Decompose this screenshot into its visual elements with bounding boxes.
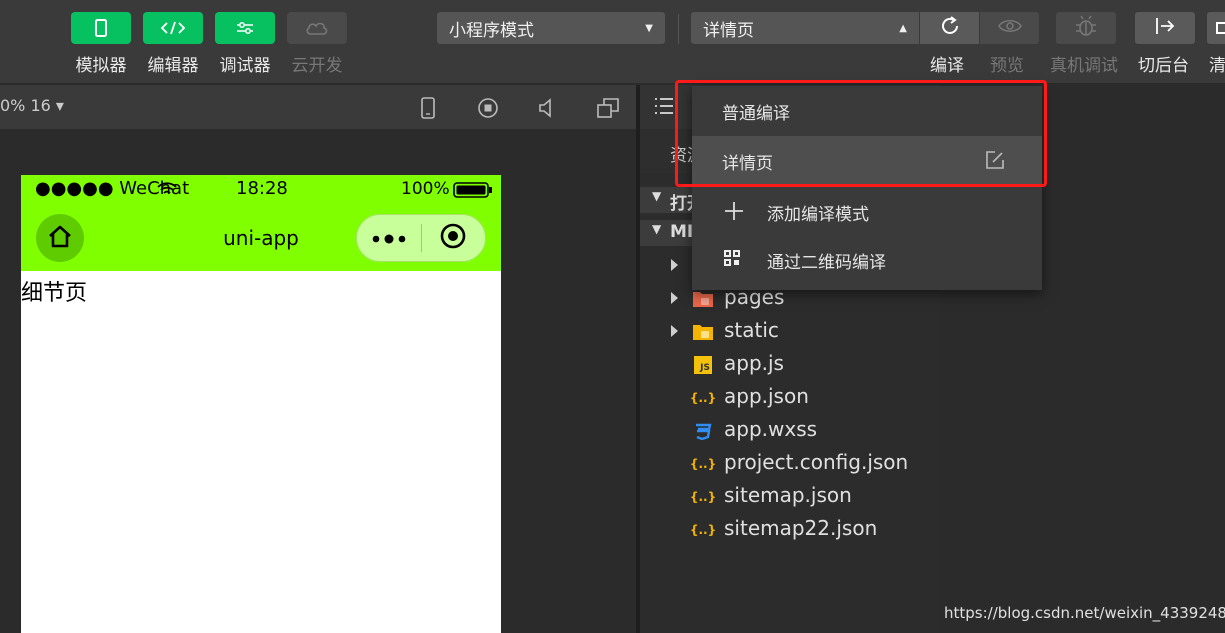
chevron-down-icon: ▼: [652, 189, 662, 203]
watermark-text: https://blog.csdn.net/weixin_43392489: [944, 604, 1225, 622]
battery-icon: [453, 182, 493, 203]
phone-status-bar: ●●●●● WeChat 18:28 100%: [21, 175, 501, 205]
debugger-button[interactable]: 调试器: [215, 12, 275, 76]
menu-item-detail-page[interactable]: 详情页: [692, 136, 1042, 184]
cloud-icon: [287, 12, 347, 44]
editor-label: 编辑器: [147, 56, 199, 76]
target-circle-icon: [439, 222, 467, 254]
file-name: project.config.json: [724, 450, 909, 474]
compile-mode-value: 详情页: [703, 20, 754, 41]
menu-item-add-compile-mode[interactable]: 添加编译模式: [692, 187, 1042, 235]
compile-button[interactable]: [920, 12, 979, 44]
close-mini-program-button[interactable]: [422, 215, 486, 261]
compile-mode-select[interactable]: 详情页 ▲: [691, 12, 919, 44]
file-name: app.json: [724, 384, 809, 408]
file-name: sitemap.json: [724, 483, 852, 507]
devtools-window: 模拟器 编辑器 调试器 云开发 小程序模式 ▼ 详情页 ▲ 编译 预览 真机调试…: [0, 0, 1225, 633]
cloud-dev-label: 云开发: [291, 56, 343, 76]
simulator-button[interactable]: 模拟器: [71, 12, 131, 76]
page-body-text: 细节页: [21, 281, 88, 306]
real-device-debug-label: 真机调试: [1050, 56, 1118, 76]
battery-text: 100%: [401, 179, 450, 199]
phone-screen: ●●●●● WeChat 18:28 100% uni-app 细节页: [21, 175, 501, 633]
chevron-right-icon: [671, 259, 678, 271]
folder-icon: [692, 289, 714, 309]
record-icon[interactable]: [476, 96, 500, 120]
more-dots-icon: [372, 229, 406, 248]
chevron-right-icon: [671, 325, 678, 337]
css-icon: [692, 421, 714, 441]
file-name: app.wxss: [724, 417, 818, 441]
chevron-down-icon: ▼: [652, 222, 662, 236]
file-name: sitemap22.json: [724, 516, 878, 540]
js-icon: JS: [692, 355, 714, 375]
cloud-dev-button[interactable]: 云开发: [287, 12, 347, 76]
refresh-icon: [939, 15, 961, 41]
preview-button[interactable]: [980, 12, 1039, 44]
plus-icon: [724, 201, 744, 226]
eye-icon: [997, 18, 1022, 38]
tree-item-sitemap22[interactable]: {..} sitemap22.json: [640, 515, 940, 545]
capsule-menu: [356, 214, 486, 262]
debugger-label: 调试器: [219, 56, 271, 76]
wifi-icon: [157, 180, 177, 201]
clear-cache-label: 清: [1209, 56, 1225, 76]
mode-select[interactable]: 小程序模式 ▼: [437, 12, 665, 44]
file-name: static: [724, 318, 779, 342]
edit-icon[interactable]: [985, 150, 1005, 175]
phone-icon: [71, 12, 131, 44]
chevron-right-icon: [671, 292, 678, 304]
file-name: app.js: [724, 351, 784, 375]
simulator-area: ●●●●● WeChat 18:28 100% uni-app 细节页: [0, 129, 636, 633]
qr-code-icon: [723, 249, 741, 272]
clock-text: 18:28: [236, 178, 288, 199]
switch-background-label: 切后台: [1138, 56, 1189, 76]
tree-item-project-config[interactable]: {..} project.config.json: [640, 449, 940, 479]
main-toolbar: 模拟器 编辑器 调试器 云开发 小程序模式 ▼ 详情页 ▲ 编译 预览 真机调试…: [0, 0, 1225, 84]
mini-program-navbar: uni-app: [21, 205, 501, 271]
compile-label: 编译: [930, 56, 964, 76]
tree-item-app-wxss[interactable]: app.wxss: [640, 416, 940, 446]
menu-item-qr-compile[interactable]: 通过二维码编译: [692, 235, 1042, 283]
toolbar-divider: [678, 14, 679, 44]
speaker-icon[interactable]: [536, 96, 560, 120]
real-device-debug-button[interactable]: [1056, 12, 1116, 44]
more-options-button[interactable]: [357, 215, 421, 261]
folder-icon: [692, 322, 714, 342]
json-icon: {..}: [689, 490, 717, 504]
list-icon[interactable]: [654, 97, 674, 119]
compile-mode-dropdown: 普通编译 详情页 添加编译模式 通过二维码编译: [692, 86, 1042, 290]
tree-item-sitemap[interactable]: {..} sitemap.json: [640, 482, 940, 512]
tree-item-static[interactable]: static: [640, 317, 940, 347]
caret-up-icon: ▲: [899, 22, 907, 34]
editor-button[interactable]: 编辑器: [143, 12, 203, 76]
simulator-label: 模拟器: [75, 56, 127, 76]
caret-down-icon: ▼: [645, 22, 653, 34]
json-icon: {..}: [689, 457, 717, 471]
bug-icon: [1074, 15, 1098, 41]
code-icon: [143, 12, 203, 44]
json-icon: {..}: [689, 391, 717, 405]
switch-background-button[interactable]: [1135, 12, 1195, 44]
sliders-icon: [215, 12, 275, 44]
menu-item-normal-compile[interactable]: 普通编译: [692, 86, 1042, 134]
clear-cache-button[interactable]: [1207, 12, 1225, 44]
stack-icon: [1216, 22, 1225, 34]
tree-item-app-js[interactable]: JS app.js: [640, 350, 940, 380]
exit-arrow-icon: [1154, 17, 1176, 39]
detach-window-icon[interactable]: [596, 96, 620, 120]
json-icon: {..}: [689, 523, 717, 537]
device-icon[interactable]: [416, 96, 440, 120]
tree-item-app-json[interactable]: {..} app.json: [640, 383, 940, 413]
simulator-subbar: 0% 16 ▾: [0, 85, 636, 129]
zoom-select[interactable]: 0% 16 ▾: [0, 96, 64, 115]
mode-select-value: 小程序模式: [449, 20, 534, 41]
preview-label: 预览: [990, 56, 1024, 76]
